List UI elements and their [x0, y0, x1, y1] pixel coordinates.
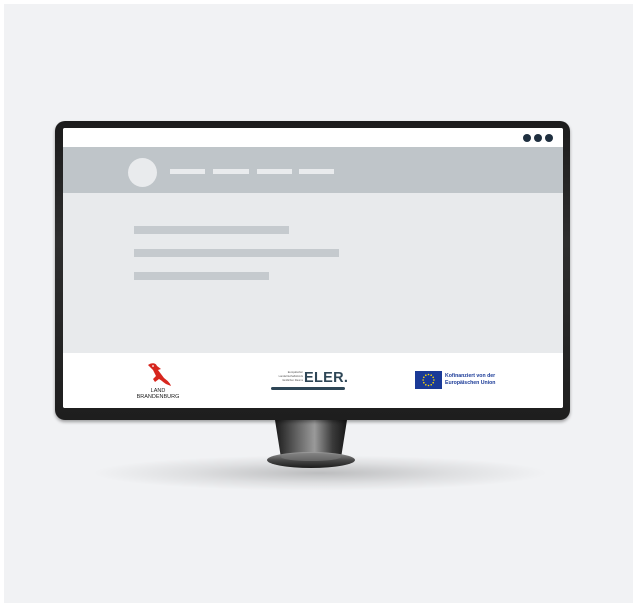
eu-logo: Kofinanziert von der Europäischen Union: [415, 370, 515, 392]
eler-subtitle: Landwirtschaftsfonds: [278, 375, 303, 378]
eler-title: ELER.: [304, 370, 349, 386]
nav-item-placeholder[interactable]: [299, 169, 334, 174]
nav-item-placeholder[interactable]: [213, 169, 249, 174]
red-eagle-icon: [148, 363, 171, 386]
window-titlebar: [63, 128, 563, 147]
dot: [534, 134, 542, 142]
brandenburg-label: BRANDENBURG: [136, 394, 180, 400]
monitor-screen: LAND BRANDENBURG Europäischer Landwirtsc…: [63, 128, 563, 408]
nav-item-placeholder[interactable]: [257, 169, 292, 174]
monitor-stand: [267, 420, 355, 468]
eler-underline: [271, 387, 345, 390]
avatar-placeholder[interactable]: [128, 158, 157, 187]
footer-logos: LAND BRANDENBURG Europäischer Landwirtsc…: [63, 353, 563, 408]
text-line-placeholder: [134, 249, 339, 257]
brandenburg-logo: LAND BRANDENBURG: [135, 361, 181, 401]
eu-caption: Europäischen Union: [445, 380, 496, 386]
text-line-placeholder: [134, 272, 269, 280]
eler-subtitle: ländlichen Raums: [282, 379, 303, 382]
site-header: [63, 147, 563, 193]
eler-logo: Europäischer Landwirtschaftsfonds ländli…: [267, 368, 349, 392]
dot: [545, 134, 553, 142]
dot: [523, 134, 531, 142]
eu-flag-icon: [415, 371, 442, 389]
eu-caption: Kofinanziert von der: [445, 373, 496, 379]
menu-dots-icon[interactable]: [523, 134, 553, 142]
eler-subtitle: Europäischer: [287, 371, 303, 374]
text-line-placeholder: [134, 226, 289, 234]
nav-item-placeholder[interactable]: [170, 169, 205, 174]
